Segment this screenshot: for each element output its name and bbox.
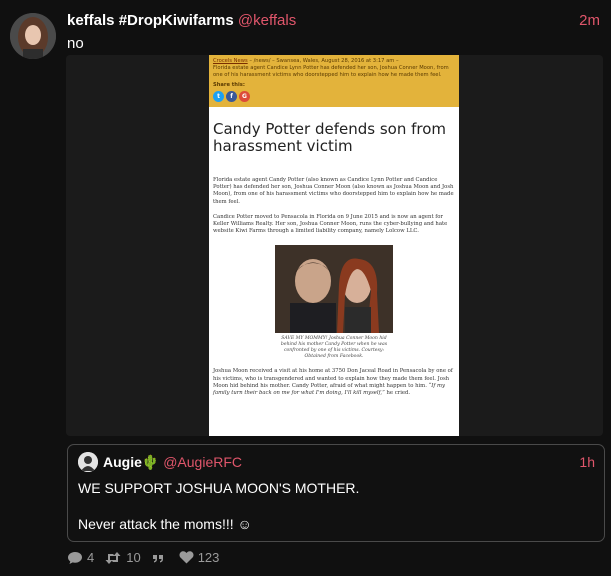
quote-button[interactable] xyxy=(151,551,169,565)
user-handle[interactable]: @keffals xyxy=(238,12,296,29)
paragraph-text: Joshua Moon received a visit at his home… xyxy=(213,368,453,389)
like-count: 123 xyxy=(197,550,220,565)
source-link: Crocels News xyxy=(213,58,248,64)
repost-count: 10 xyxy=(126,550,141,565)
repost-button[interactable]: 10 xyxy=(104,550,141,565)
like-button[interactable]: 123 xyxy=(179,550,220,565)
twitter-icon: t xyxy=(213,91,224,102)
article-paragraph: Florida estate agent Candy Potter (also … xyxy=(213,177,454,205)
share-icons: t f G xyxy=(213,91,455,102)
repost-icon xyxy=(105,551,121,564)
avatar[interactable] xyxy=(10,13,56,59)
quoted-post[interactable]: Augie🌵 @AugieRFC 1h WE SUPPORT JOSHUA MO… xyxy=(67,444,605,542)
attached-image[interactable]: Crocels News – /news/ – Swansea, Wales, … xyxy=(66,55,603,436)
post-text: no xyxy=(67,35,84,52)
reply-icon xyxy=(68,551,82,564)
photo-image xyxy=(275,245,393,334)
article-paragraph: Candice Potter moved to Pensacola in Flo… xyxy=(213,213,448,235)
quoted-timestamp[interactable]: 1h xyxy=(579,454,595,470)
article-photo xyxy=(275,245,393,334)
article-title: Candy Potter defends son from harassment… xyxy=(213,120,446,155)
quoted-text-line: WE SUPPORT JOSHUA MOON'S MOTHER. xyxy=(78,480,360,496)
quoted-display-name[interactable]: Augie🌵 @AugieRFC xyxy=(103,454,242,471)
cactus-emoji: 🌵 xyxy=(141,454,160,470)
article-summary: Florida estate agent Candice Lynn Potter… xyxy=(213,65,449,78)
reply-count: 4 xyxy=(87,550,95,565)
quoted-avatar-image xyxy=(78,452,98,472)
article-paragraph: Joshua Moon received a visit at his home… xyxy=(209,368,459,397)
quoted-avatar[interactable] xyxy=(78,452,98,472)
action-bar: 4 10 123 xyxy=(67,550,229,565)
heart-icon xyxy=(179,551,194,564)
quote-icon xyxy=(152,554,163,562)
avatar-image xyxy=(10,13,56,59)
article-screenshot: Crocels News – /news/ – Swansea, Wales, … xyxy=(209,55,459,436)
dateline: – /news/ – Swansea, Wales, August 28, 20… xyxy=(247,58,399,64)
quoted-handle[interactable]: @AugieRFC xyxy=(163,454,242,470)
paragraph-text-end: he cried. xyxy=(384,390,411,397)
article-header-bar: Crocels News – /news/ – Swansea, Wales, … xyxy=(209,55,459,107)
post-timestamp[interactable]: 2m xyxy=(579,12,600,29)
share-label: Share this: xyxy=(213,82,245,88)
facebook-icon: f xyxy=(226,91,237,102)
photo-caption: SAVE MY MOMMY! Joshua Conner Moon hid be… xyxy=(280,336,388,360)
display-name-text: keffals #DropKiwifarms xyxy=(67,12,234,29)
display-name[interactable]: keffals #DropKiwifarms @keffals xyxy=(67,12,296,29)
reply-button[interactable]: 4 xyxy=(67,550,94,565)
quoted-name-text: Augie xyxy=(103,454,142,470)
quoted-text-line: Never attack the moms!!! ☺ xyxy=(78,516,252,532)
google-plus-icon: G xyxy=(239,91,250,102)
